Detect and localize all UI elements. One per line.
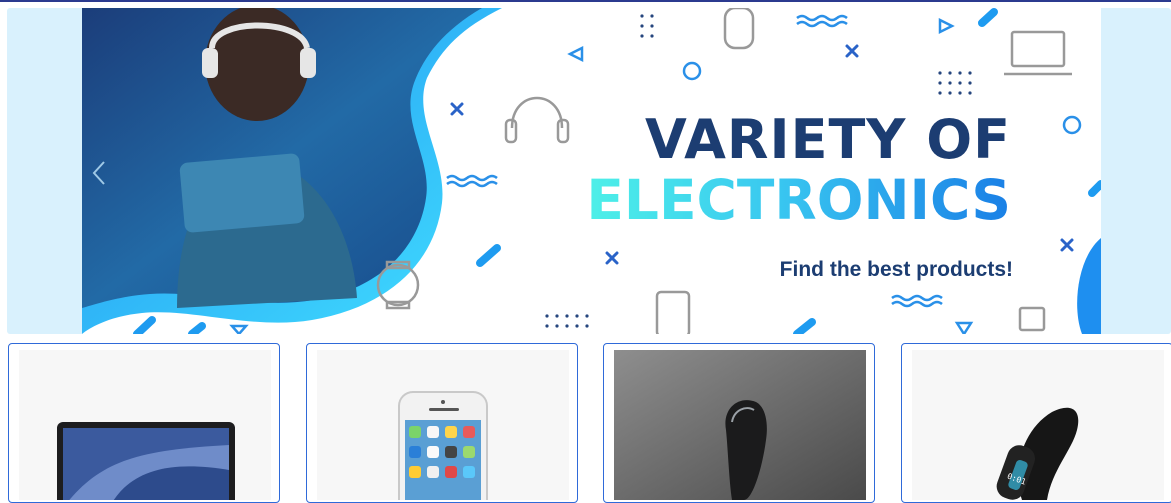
carousel-slide: VARIETY OF ELECTRONICS Find the best pro…: [82, 8, 1101, 334]
chevron-left-icon: [92, 161, 105, 185]
product-card-smart-speaker[interactable]: [603, 343, 875, 503]
carousel-prev-button[interactable]: [87, 158, 111, 188]
product-card-smartphone[interactable]: [306, 343, 578, 503]
banner-tagline: Find the best products!: [779, 258, 1013, 281]
product-image-laptop: [19, 350, 271, 500]
hero-carousel[interactable]: VARIETY OF ELECTRONICS Find the best pro…: [7, 8, 1171, 334]
product-image-smart-speaker: [614, 350, 866, 500]
product-grid: 0:01: [8, 343, 1171, 503]
product-image-fitness-band: 0:01: [912, 350, 1164, 500]
top-border: [0, 0, 1171, 2]
product-card-fitness-band[interactable]: 0:01: [901, 343, 1171, 503]
banner-title-line2: ELECTRONICS: [586, 168, 1011, 232]
product-card-laptop[interactable]: [8, 343, 280, 503]
product-image-smartphone: [317, 350, 569, 500]
banner-title-line1: VARIETY OF: [644, 108, 1011, 171]
